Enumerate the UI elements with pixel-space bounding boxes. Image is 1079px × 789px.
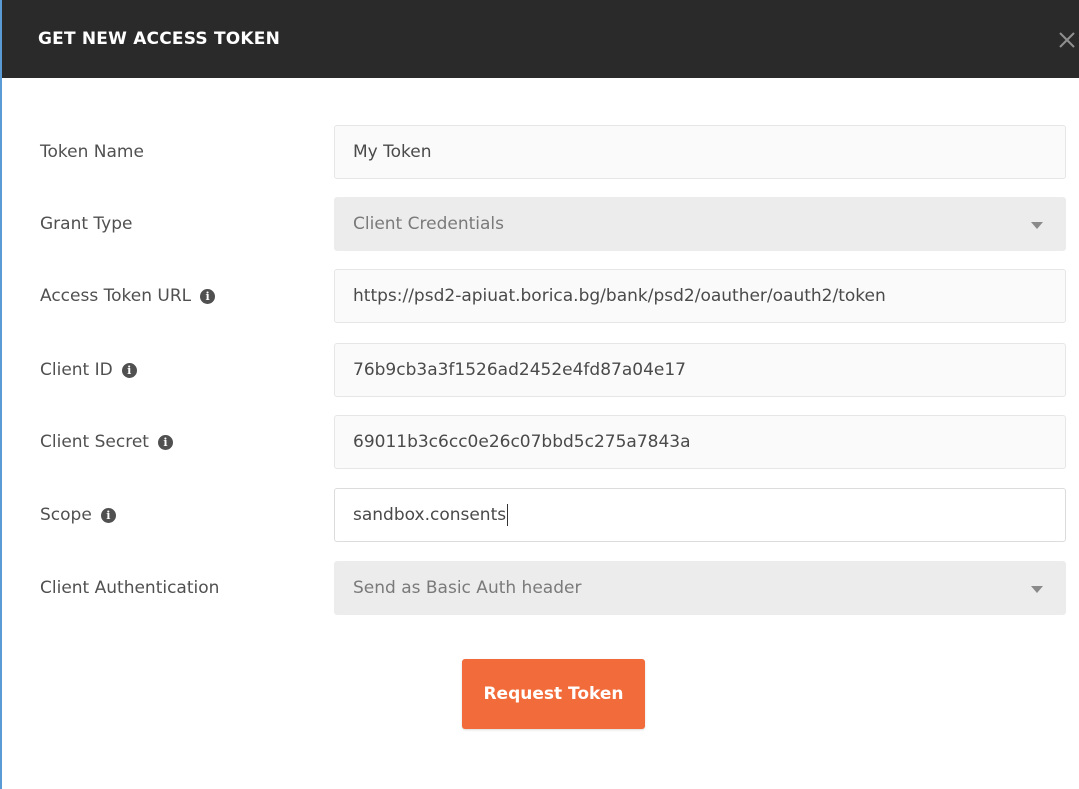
access-token-url-row: Access Token URL i https://psd2-apiuat.b…: [2, 269, 1079, 323]
access-token-url-input[interactable]: https://psd2-apiuat.borica.bg/bank/psd2/…: [334, 269, 1066, 323]
request-token-button[interactable]: Request Token: [462, 659, 645, 729]
scope-row: Scope i sandbox.consents: [2, 488, 1079, 542]
client-secret-label: Client Secret i: [40, 415, 173, 469]
info-icon[interactable]: i: [157, 434, 173, 450]
token-name-row: Token Name My Token: [2, 125, 1079, 179]
client-secret-input[interactable]: 69011b3c6cc0e26c07bbd5c275a7843a: [334, 415, 1066, 469]
client-authentication-label: Client Authentication: [40, 578, 220, 598]
info-icon[interactable]: i: [121, 362, 137, 378]
access-token-dialog: GET NEW ACCESS TOKEN Token Name My Token…: [0, 0, 1079, 789]
client-authentication-select[interactable]: Send as Basic Auth header: [334, 561, 1066, 615]
close-icon[interactable]: [1057, 30, 1077, 50]
scope-input[interactable]: sandbox.consents: [334, 488, 1066, 542]
info-icon[interactable]: i: [100, 507, 116, 523]
info-icon[interactable]: i: [200, 288, 216, 304]
chevron-down-icon: [1031, 222, 1043, 229]
text-cursor: [507, 504, 509, 526]
client-id-label: Client ID i: [40, 343, 137, 397]
client-id-row: Client ID i 76b9cb3a3f1526ad2452e4fd87a0…: [2, 343, 1079, 397]
chevron-down-icon: [1031, 586, 1043, 593]
grant-type-row: Grant Type Client Credentials: [2, 197, 1079, 251]
dialog-header: GET NEW ACCESS TOKEN: [2, 0, 1079, 78]
client-id-input[interactable]: 76b9cb3a3f1526ad2452e4fd87a04e17: [334, 343, 1066, 397]
client-secret-row: Client Secret i 69011b3c6cc0e26c07bbd5c2…: [2, 415, 1079, 469]
client-authentication-row: Client Authentication Send as Basic Auth…: [2, 561, 1079, 615]
token-name-input[interactable]: My Token: [334, 125, 1066, 179]
grant-type-select[interactable]: Client Credentials: [334, 197, 1066, 251]
access-token-url-label: Access Token URL i: [40, 269, 216, 323]
dialog-title: GET NEW ACCESS TOKEN: [38, 29, 281, 49]
token-name-label: Token Name: [40, 142, 144, 162]
scope-label: Scope i: [40, 488, 116, 542]
grant-type-label: Grant Type: [40, 214, 133, 234]
